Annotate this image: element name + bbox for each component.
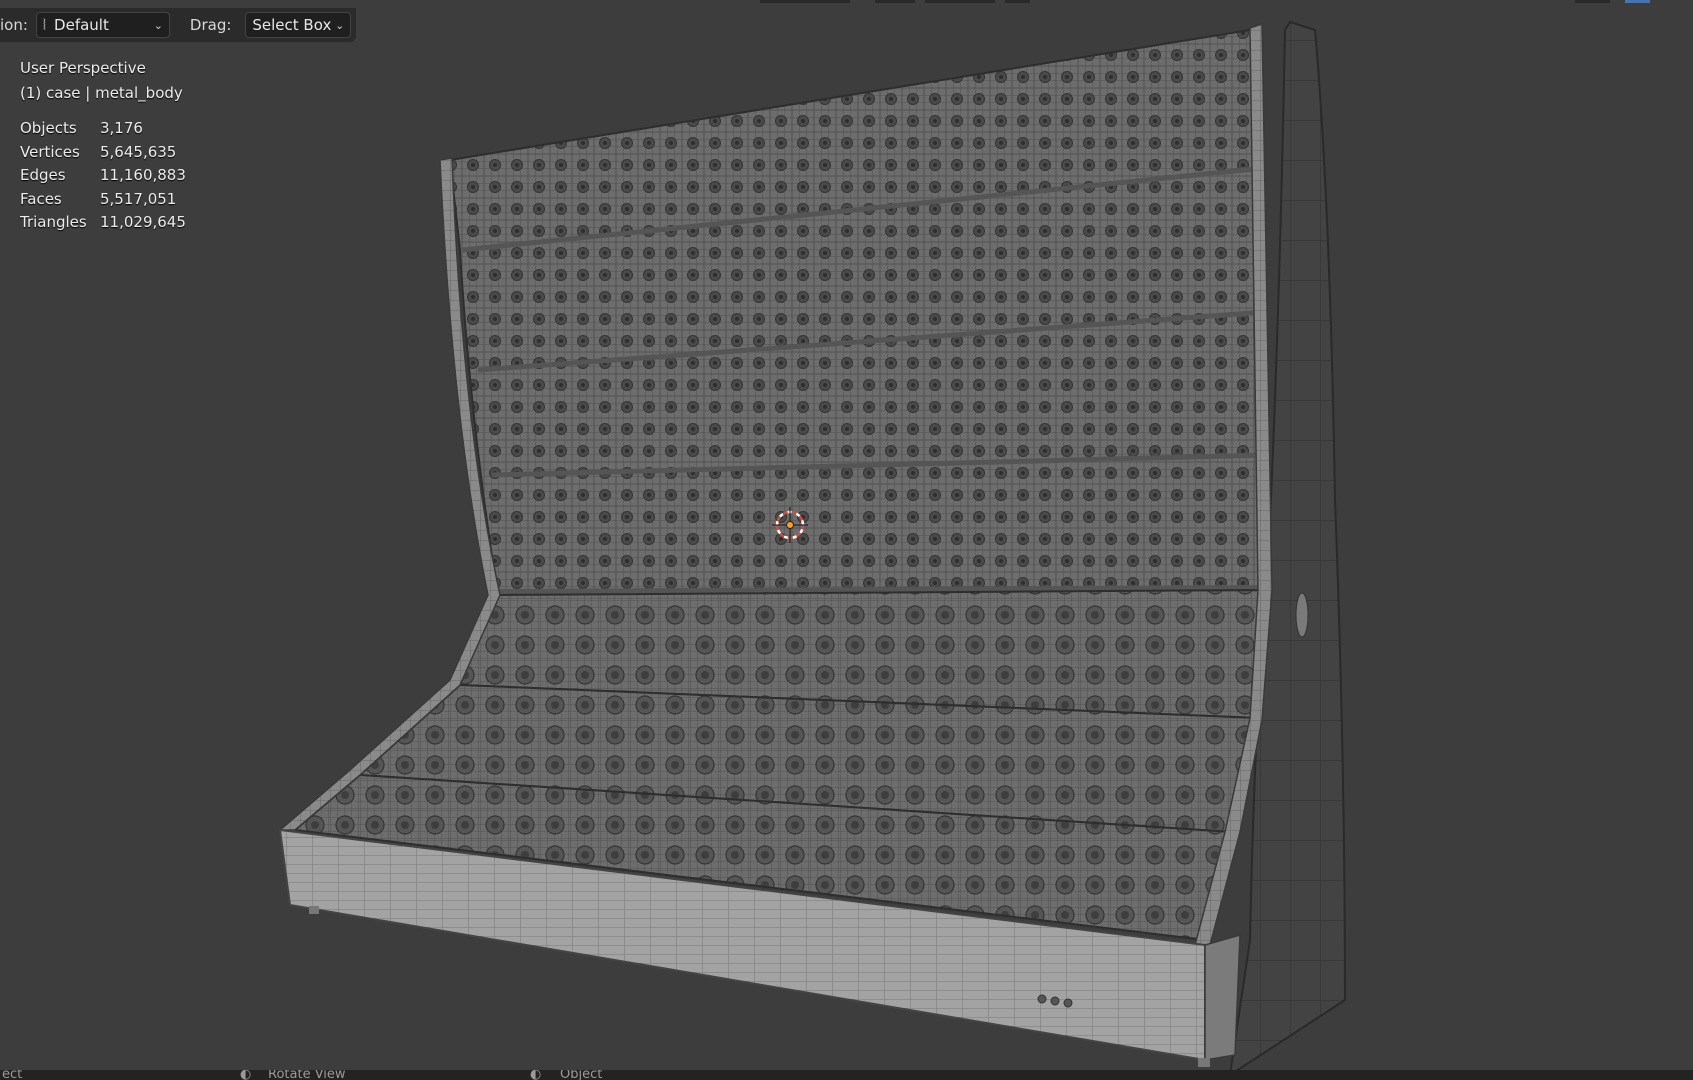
viewport-header: ion: ⦚ Default ⌄ Drag: Select Box ⌄	[0, 8, 356, 42]
base-jack	[1050, 996, 1060, 1006]
foot	[309, 906, 319, 914]
transform-orientation-icon: ⦚	[42, 16, 47, 34]
drag-value: Select Box	[252, 16, 332, 34]
stat-row: Objects 3,176	[20, 119, 143, 137]
view-name: User Perspective	[20, 59, 146, 77]
status-left: ect	[2, 1070, 23, 1080]
mouse-icon: ◐	[530, 1070, 542, 1080]
orientation-value: Default	[54, 16, 109, 34]
3d-viewport[interactable]: ion: ⦚ Default ⌄ Drag: Select Box ⌄ User…	[0, 0, 1693, 1070]
stat-row: Edges 11,160,883	[20, 166, 186, 184]
status-bar: ect ◐ Rotate View ◐ Object	[0, 1070, 1693, 1080]
scene-statistics: Objects 3,176 Vertices 5,645,635 Edges 11,1…	[20, 117, 186, 235]
chevron-down-icon: ⌄	[335, 18, 345, 32]
stat-row: Triangles 11,029,645	[20, 213, 186, 231]
base-jack	[1063, 998, 1073, 1008]
base-corner	[1204, 933, 1241, 1061]
orientation-label: ion:	[0, 16, 28, 34]
base-jack	[1037, 994, 1047, 1004]
synth-case-model	[277, 20, 1347, 1070]
object-info: (1) case | metal_body	[20, 84, 183, 102]
status-right: Object	[560, 1070, 603, 1080]
viewport-info: User Perspective (1) case | metal_body	[20, 56, 183, 106]
upper-module-panel	[448, 26, 1270, 597]
drag-label: Drag:	[189, 16, 232, 34]
stat-row: Faces 5,517,051	[20, 189, 177, 208]
chevron-down-icon: ⌄	[153, 18, 163, 32]
status-middle: Rotate View	[268, 1070, 346, 1080]
mouse-icon: ◐	[240, 1070, 252, 1080]
orientation-dropdown[interactable]: ⦚ Default ⌄	[35, 12, 170, 38]
stat-row: Vertices 5,645,635	[20, 142, 177, 161]
drag-dropdown[interactable]: Select Box ⌄	[245, 12, 352, 38]
side-handle	[1295, 592, 1309, 638]
foot	[1198, 1058, 1210, 1067]
